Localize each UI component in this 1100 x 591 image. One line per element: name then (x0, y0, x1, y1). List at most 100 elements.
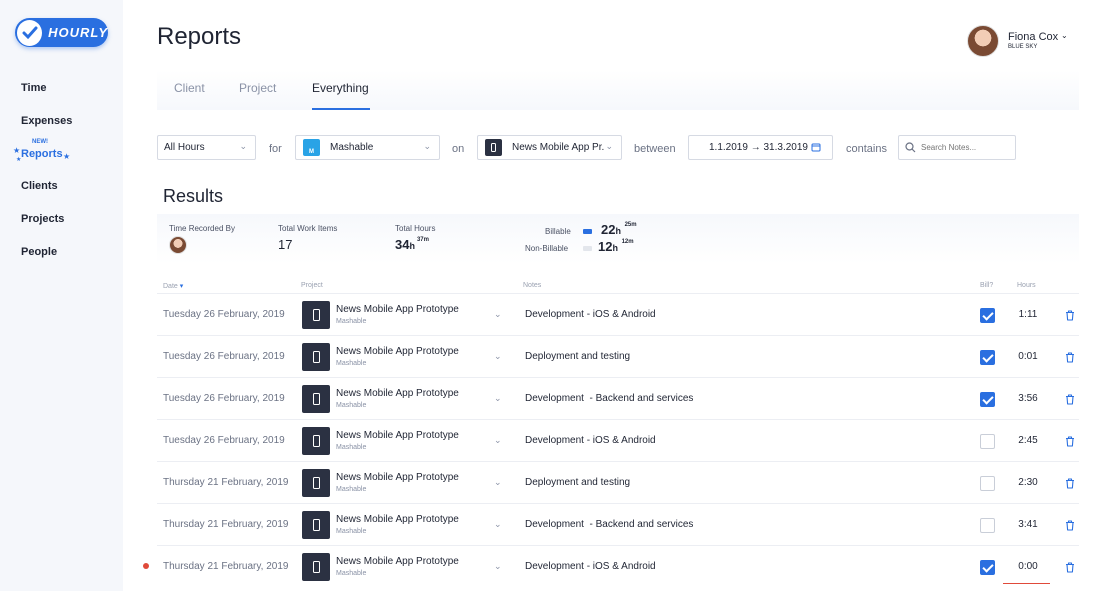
chevron-down-icon[interactable]: ⌄ (494, 477, 502, 488)
row-notes[interactable]: Development - iOS & Android (525, 561, 656, 572)
total-hours-label: Total Hours (395, 224, 436, 233)
time-recorded-by-label: Time Recorded By (169, 224, 235, 233)
avatar[interactable] (169, 236, 187, 254)
row-date: Thursday 21 February, 2019 (163, 561, 289, 572)
for-label: for (269, 143, 282, 155)
sidebar-item-projects[interactable]: Projects (21, 213, 64, 225)
project-filter-value: News Mobile App Pr... (512, 142, 604, 153)
billable-checkbox[interactable] (980, 560, 995, 575)
tab-everything[interactable]: Everything (312, 81, 369, 95)
phone-icon (302, 427, 330, 455)
table-row[interactable]: Tuesday 26 February, 2019 News Mobile App… (157, 335, 1079, 377)
avatar (967, 25, 999, 57)
sidebar-item-time[interactable]: Time (21, 82, 46, 94)
project-filter-select[interactable]: News Mobile App Pr... ⌄ (477, 135, 622, 160)
trash-icon[interactable] (1065, 434, 1075, 452)
chevron-down-icon[interactable]: ⌄ (494, 435, 502, 446)
phone-icon (485, 139, 502, 156)
row-project-client: Mashable (336, 528, 367, 535)
hourly-logo[interactable]: HOURLY (15, 18, 108, 47)
row-project-client: Mashable (336, 318, 367, 325)
star-icon: ★ (63, 152, 71, 161)
new-badge: NEW! (32, 139, 48, 145)
sidebar-item-clients[interactable]: Clients (21, 180, 58, 192)
billable-checkbox[interactable] (980, 476, 995, 491)
trash-icon[interactable] (1065, 350, 1075, 368)
chevron-down-icon[interactable]: ⌄ (494, 309, 502, 320)
row-project-name: News Mobile App Prototype (336, 514, 459, 525)
tab-client[interactable]: Client (174, 81, 205, 95)
chevron-down-icon[interactable]: ⌄ (494, 561, 502, 572)
search-notes-field[interactable] (898, 135, 1016, 160)
hours-filter-select[interactable]: All Hours ⌄ (157, 135, 256, 160)
client-filter-select[interactable]: M Mashable ⌄ (295, 135, 440, 160)
table-row[interactable]: Thursday 21 February, 2019 News Mobile Ap… (157, 461, 1079, 503)
row-notes[interactable]: Development - iOS & Android (525, 309, 656, 320)
row-date: Tuesday 26 February, 2019 (163, 393, 285, 404)
row-notes[interactable]: Deployment and testing (525, 351, 630, 362)
row-hours[interactable]: 1:11 (1013, 309, 1043, 320)
billable-checkbox[interactable] (980, 518, 995, 533)
row-project-name: News Mobile App Prototype (336, 472, 459, 483)
row-notes[interactable]: Development - Backend and services (525, 519, 693, 530)
chevron-down-icon: ⌄ (423, 141, 431, 151)
billable-checkbox[interactable] (980, 350, 995, 365)
billable-checkbox[interactable] (980, 434, 995, 449)
table-row[interactable]: Tuesday 26 February, 2019 News Mobile App… (157, 419, 1079, 461)
chevron-down-icon[interactable]: ⌄ (494, 519, 502, 530)
results-title: Results (163, 186, 224, 206)
row-date: Tuesday 26 February, 2019 (163, 309, 285, 320)
active-tab-indicator (312, 108, 370, 110)
results-summary: Time Recorded By Total Work Items 17 Tot… (157, 214, 1079, 264)
phone-icon (302, 385, 330, 413)
row-notes[interactable]: Development - Backend and services (525, 393, 693, 404)
trash-icon[interactable] (1065, 392, 1075, 410)
row-hours[interactable]: 2:45 (1013, 435, 1043, 446)
row-notes[interactable]: Deployment and testing (525, 477, 630, 488)
star-icon: ★ (13, 146, 21, 155)
table-row[interactable]: Thursday 21 February, 2019 News Mobile Ap… (157, 545, 1079, 587)
phone-icon (302, 553, 330, 581)
row-project-name: News Mobile App Prototype (336, 346, 459, 357)
on-label: on (452, 143, 465, 155)
billable-checkbox[interactable] (980, 392, 995, 407)
row-hours[interactable]: 2:30 (1013, 477, 1043, 488)
chevron-down-icon[interactable]: ⌄ (494, 351, 502, 362)
total-work-items-label: Total Work Items (278, 224, 338, 233)
sidebar-item-expenses[interactable]: Expenses (21, 115, 72, 127)
tab-project[interactable]: Project (239, 81, 276, 95)
phone-icon (302, 343, 330, 371)
user-organization: BLUE SKY (1008, 44, 1038, 50)
chevron-down-icon[interactable]: ⌄ (494, 393, 502, 404)
between-label: between (634, 143, 676, 155)
row-date: Tuesday 26 February, 2019 (163, 351, 285, 362)
user-menu[interactable]: Fiona Cox ⌄ BLUE SKY (967, 25, 1068, 57)
trash-icon[interactable] (1065, 518, 1075, 536)
row-notes[interactable]: Development - iOS & Android (525, 435, 656, 446)
table-row[interactable]: Tuesday 26 February, 2019 News Mobile App… (157, 377, 1079, 419)
table-row[interactable]: Thursday 21 February, 2019 News Mobile Ap… (157, 503, 1079, 545)
row-hours[interactable]: 3:56 (1013, 393, 1043, 404)
row-project-name: News Mobile App Prototype (336, 430, 459, 441)
chevron-down-icon: ⌄ (239, 141, 247, 151)
date-range-picker[interactable]: 1.1.2019 → 31.3.2019 (688, 135, 833, 160)
trash-icon[interactable] (1065, 308, 1075, 326)
non-billable-label: Non-Billable (525, 244, 569, 253)
sidebar-item-reports[interactable]: Reports (21, 148, 63, 160)
unsaved-indicator-dot (143, 563, 149, 569)
row-hours[interactable]: 0:01 (1013, 351, 1043, 362)
column-header-date[interactable]: Date ▾ (163, 282, 183, 290)
row-hours[interactable]: 3:41 (1013, 519, 1043, 530)
table-row[interactable]: Tuesday 26 February, 2019 News Mobile App… (157, 293, 1079, 335)
hours-filter-value: All Hours (164, 142, 205, 153)
non-billable-value: 12h 12m (598, 239, 634, 254)
billable-checkbox[interactable] (980, 308, 995, 323)
sort-desc-icon: ▾ (179, 283, 184, 290)
row-hours[interactable]: 0:00 (1013, 561, 1043, 572)
search-notes-input[interactable] (921, 143, 1011, 152)
trash-icon[interactable] (1065, 476, 1075, 494)
total-work-items-value: 17 (278, 237, 293, 252)
sidebar-item-people[interactable]: People (21, 246, 57, 258)
non-billable-legend-swatch (583, 246, 592, 251)
trash-icon[interactable] (1065, 560, 1075, 578)
